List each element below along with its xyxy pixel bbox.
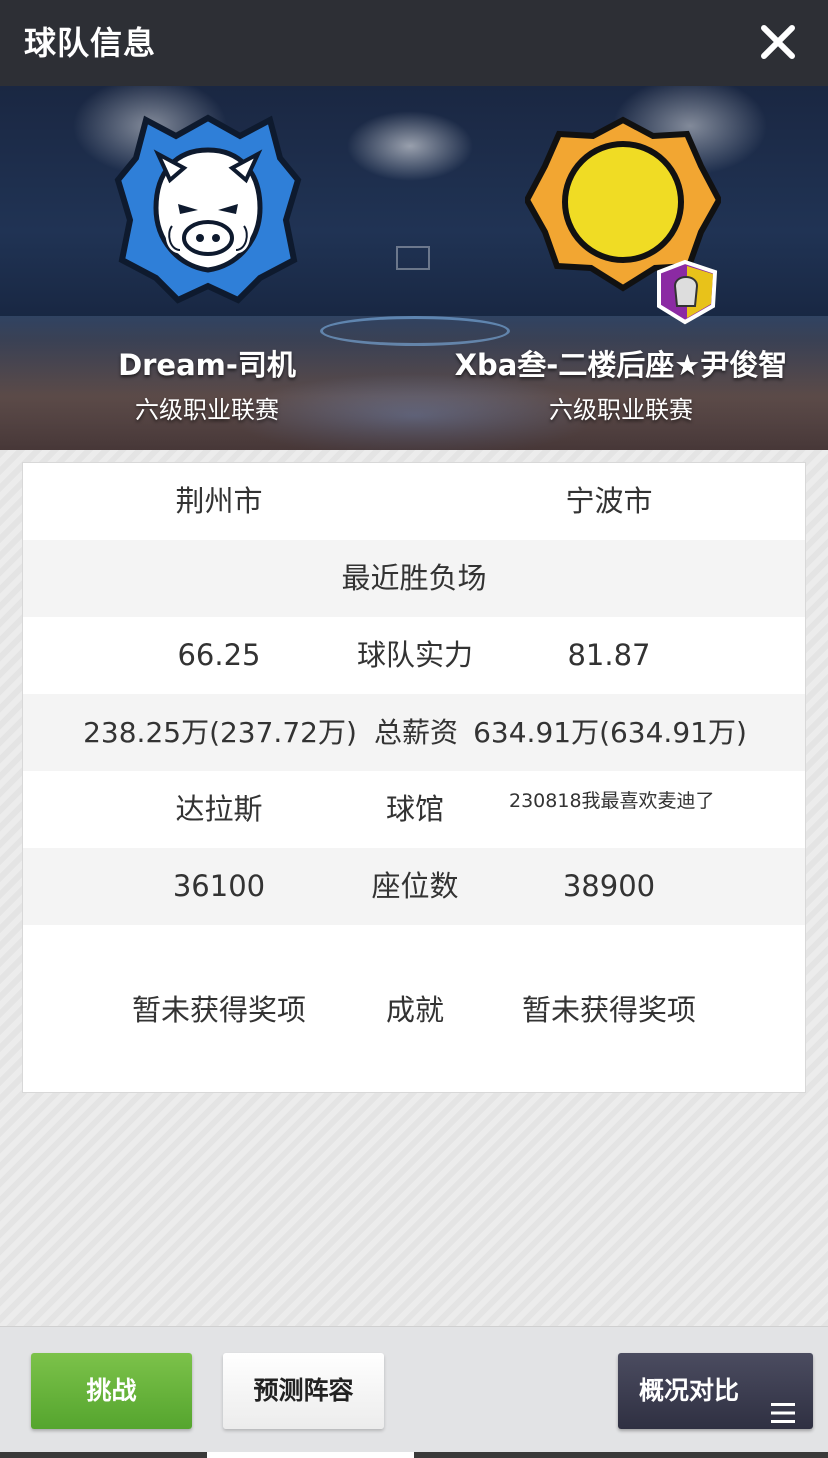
row-seats: 36100 座位数 38900 — [23, 848, 805, 925]
row-city: 荆州市 宁波市 — [23, 463, 805, 540]
close-icon[interactable] — [756, 20, 800, 64]
right-strength: 81.87 — [567, 638, 651, 672]
predict-lineup-button[interactable]: 预测阵容 — [223, 1353, 384, 1429]
hoop-icon — [396, 246, 430, 270]
bottom-strip — [0, 1452, 828, 1458]
header-bar: 球队信息 — [0, 0, 828, 86]
right-team-name: Xba叁-二楼后座★尹俊智 — [454, 348, 788, 382]
left-seats: 36100 — [172, 869, 266, 903]
left-team-name: Dream-司机 — [118, 348, 296, 382]
arena-label: 球馆 — [385, 792, 444, 826]
right-city: 宁波市 — [565, 484, 653, 518]
right-arena: 230818我最喜欢麦迪了 — [509, 790, 715, 812]
bottom-action-bar: 挑战 预测阵容 概况对比 — [0, 1326, 828, 1458]
right-seats: 38900 — [562, 869, 656, 903]
team-info-page: 球队信息 Dream-司机 六级职业联赛 Xba叁-二楼后座★尹俊智 六级职业联… — [0, 0, 828, 1458]
gold-badge-logo[interactable] — [523, 116, 723, 326]
compare-overview-label: 概况对比 — [639, 1376, 740, 1405]
left-arena: 达拉斯 — [175, 792, 263, 826]
left-team-league: 六级职业联赛 — [135, 396, 279, 424]
left-city: 荆州市 — [175, 484, 263, 518]
row-achievements: 暂未获得奖项 成就 暂未获得奖项 — [23, 925, 805, 1093]
recent-record-label: 最近胜负场 — [341, 561, 487, 595]
bottom-strip-highlight — [207, 1452, 414, 1458]
row-arena: 达拉斯 球馆 230818我最喜欢麦迪了 — [23, 771, 805, 848]
boar-logo[interactable] — [110, 110, 306, 306]
spartan-helmet-icon — [657, 259, 718, 325]
seats-label: 座位数 — [371, 869, 459, 903]
right-salary: 634.91万(634.91万) — [473, 716, 747, 749]
right-team-league: 六级职业联赛 — [549, 396, 693, 424]
page-title: 球队信息 — [24, 24, 157, 62]
row-strength: 66.25 球队实力 81.87 — [23, 617, 805, 694]
left-strength: 66.25 — [177, 638, 261, 672]
row-salary: 238.25万(237.72万) 总薪资 634.91万(634.91万) — [23, 694, 805, 771]
strength-label: 球队实力 — [356, 638, 473, 672]
compare-overview-button[interactable]: 概况对比 — [618, 1353, 813, 1429]
team-comparison-table: 荆州市 宁波市 最近胜负场 66.25 球队实力 81.87 238.25万(2… — [22, 462, 806, 1093]
achievements-label: 成就 — [385, 993, 444, 1027]
challenge-button[interactable]: 挑战 — [31, 1353, 192, 1429]
left-salary: 238.25万(237.72万) — [83, 716, 357, 749]
menu-icon — [771, 1379, 795, 1423]
left-achievements: 暂未获得奖项 — [131, 993, 306, 1027]
arena-banner: Dream-司机 六级职业联赛 Xba叁-二楼后座★尹俊智 六级职业联赛 — [0, 86, 828, 450]
right-achievements: 暂未获得奖项 — [521, 993, 696, 1027]
row-recent-record: 最近胜负场 — [23, 540, 805, 617]
salary-label: 总薪资 — [373, 716, 458, 749]
